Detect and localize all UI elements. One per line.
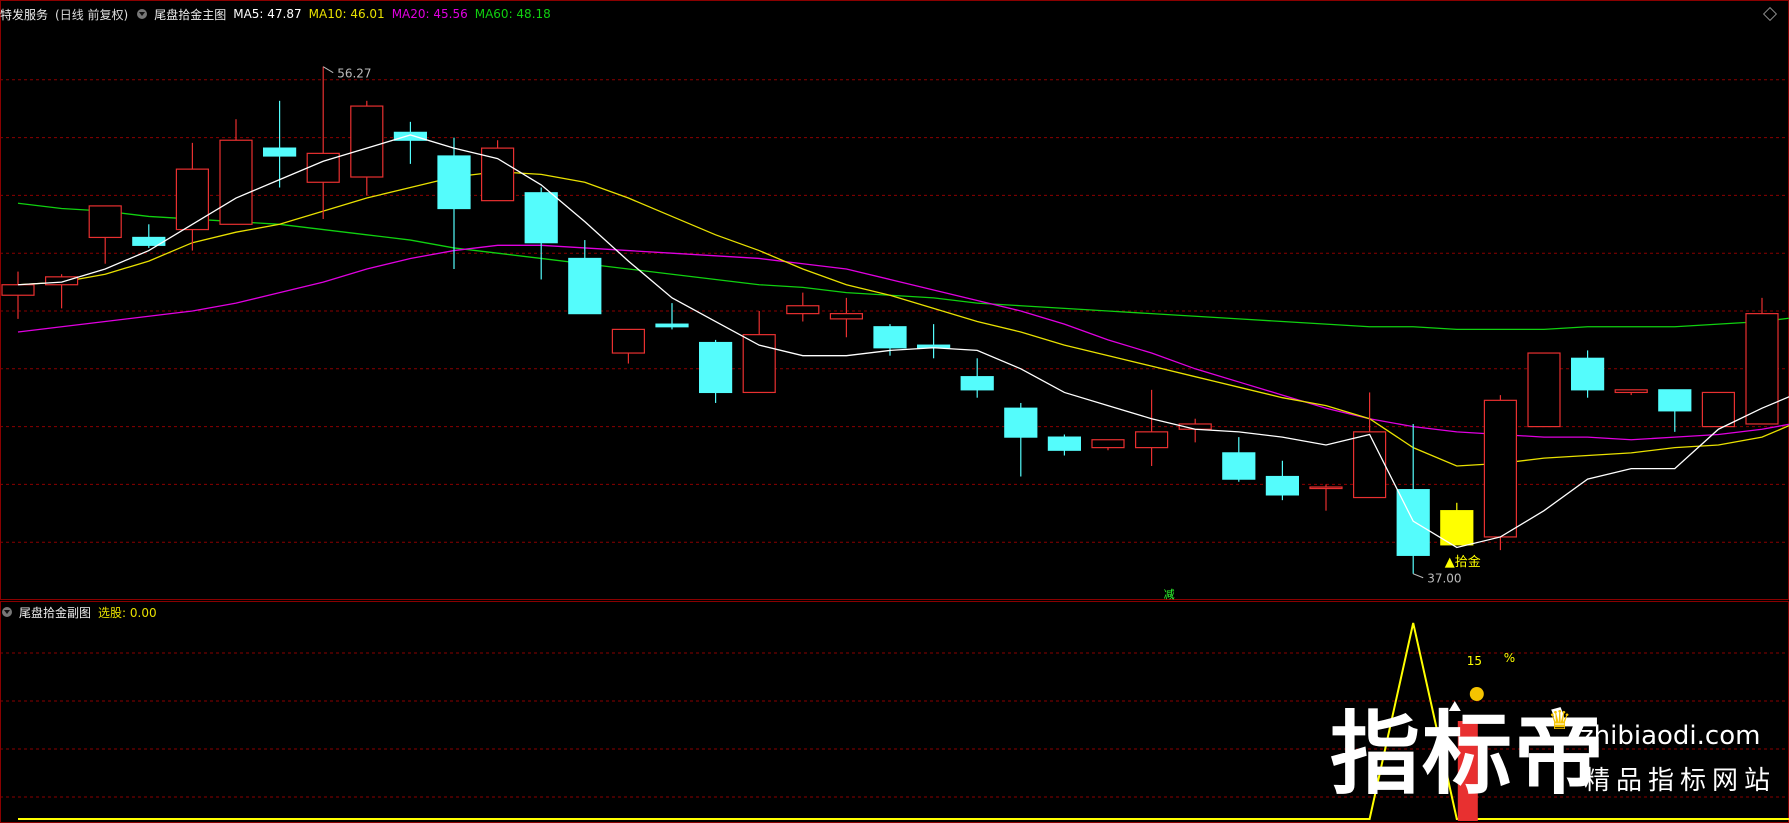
candle [1483, 395, 1518, 551]
candle-body [1222, 452, 1256, 480]
high-label: 56.27 [337, 67, 371, 81]
candle-body [1701, 391, 1736, 428]
candle [175, 142, 209, 251]
sub-chart-header: 尾盘拾金副图 选股: 0.00 [0, 601, 164, 623]
candle [1658, 389, 1692, 432]
sub-indicator-name[interactable]: 尾盘拾金副图 [19, 604, 91, 621]
candle [306, 66, 340, 220]
candle [524, 187, 558, 280]
candle [916, 324, 951, 359]
candle-body [524, 192, 558, 244]
candle-body [175, 168, 209, 231]
candle-body [1658, 389, 1692, 412]
candle-body [1134, 431, 1169, 449]
candle-body [1265, 475, 1300, 496]
candle [698, 339, 733, 403]
candle-body [1047, 436, 1082, 451]
candle-body [1745, 313, 1779, 425]
candle-body [1352, 431, 1387, 499]
sub-indicator-menu-icon[interactable] [2, 607, 12, 617]
ma60-value: MA60: 48.18 [474, 7, 551, 21]
percent-sign: % [1504, 651, 1515, 665]
candle [481, 140, 515, 202]
candle-body [786, 305, 820, 315]
candle-body [44, 276, 79, 286]
candle-body [1309, 486, 1343, 490]
candle-body [1570, 357, 1605, 391]
candle-body [88, 205, 122, 239]
candle [1570, 350, 1605, 398]
candle-body [263, 147, 297, 157]
watermark-tagline: 精品指标网站 [1584, 766, 1777, 796]
main-chart-canvas[interactable]: 56.27 37.00 ▲拾金减 [0, 0, 1789, 600]
candle-body [742, 334, 776, 394]
stock-title[interactable]: 特发服务 [0, 6, 48, 23]
candle-body [873, 326, 907, 349]
candle [1, 271, 35, 319]
candle [1004, 402, 1038, 477]
candle [568, 240, 602, 315]
candle [655, 303, 689, 330]
candle [1265, 460, 1300, 501]
candle [1701, 391, 1736, 428]
main-indicator-name[interactable]: 尾盘拾金主图 [154, 6, 226, 23]
candle-body [655, 323, 689, 328]
pick-value: 选股: 0.00 [98, 605, 157, 620]
candle [1614, 389, 1648, 396]
indicator-menu-icon[interactable] [137, 9, 148, 19]
candle [1222, 437, 1256, 482]
candle [829, 297, 864, 338]
signal-label: ▲拾金 [1445, 554, 1481, 570]
candle-body [350, 105, 384, 178]
candle-body [1004, 407, 1038, 438]
ma60-line [17, 202, 1789, 331]
candle-body [698, 341, 733, 394]
candle [88, 205, 122, 264]
candle [786, 292, 820, 322]
candle [960, 358, 994, 398]
candle-body [393, 131, 427, 141]
candle-body [611, 328, 646, 354]
candle-body [1527, 352, 1561, 428]
high-pointer [322, 66, 334, 74]
main-chart-header: 特发服务 (日线 前复权) 尾盘拾金主图 MA5: 47.87 MA10: 46… [0, 3, 558, 25]
candle-body [1091, 439, 1125, 449]
low-pointer [1413, 573, 1424, 579]
main-frame [0, 0, 1789, 600]
candle-body [960, 376, 994, 391]
ma5-value: MA5: 47.87 [233, 7, 302, 21]
candle-body [1483, 399, 1518, 538]
candle [742, 311, 776, 394]
candle-body [829, 313, 864, 320]
candle [1134, 389, 1169, 467]
candle-body [1614, 389, 1648, 394]
candle [1309, 484, 1343, 511]
main-chart-panel[interactable]: 56.27 37.00 ▲拾金减 特发服务 (日线 前复权) 尾盘拾金主图 MA5:… [0, 0, 1789, 600]
candle [1527, 352, 1561, 428]
candle-body [1440, 510, 1474, 546]
ma10-line [17, 171, 1789, 467]
candle-body [437, 155, 471, 210]
candle [1440, 502, 1474, 546]
candle [393, 121, 427, 164]
reduce-marker: 减 [1164, 588, 1175, 600]
ma10-value: MA10: 46.01 [308, 7, 385, 21]
candle-body [568, 257, 602, 315]
candle [219, 119, 253, 225]
candle [1745, 297, 1779, 425]
ma20-value: MA20: 45.56 [391, 7, 468, 21]
period-label: (日线 前复权) [55, 7, 129, 22]
candle-body [1, 284, 35, 296]
crown-icon: ♛ [1548, 706, 1572, 736]
candle [611, 328, 646, 364]
candle [1091, 439, 1125, 451]
candle [1352, 392, 1387, 499]
percent-value: 15 [1467, 654, 1482, 668]
watermark-url: zhibiaodi.com [1580, 721, 1761, 751]
candle-body [219, 139, 253, 225]
candle [1047, 434, 1082, 456]
smiley-icon [1469, 687, 1484, 701]
low-label: 37.00 [1427, 572, 1461, 586]
